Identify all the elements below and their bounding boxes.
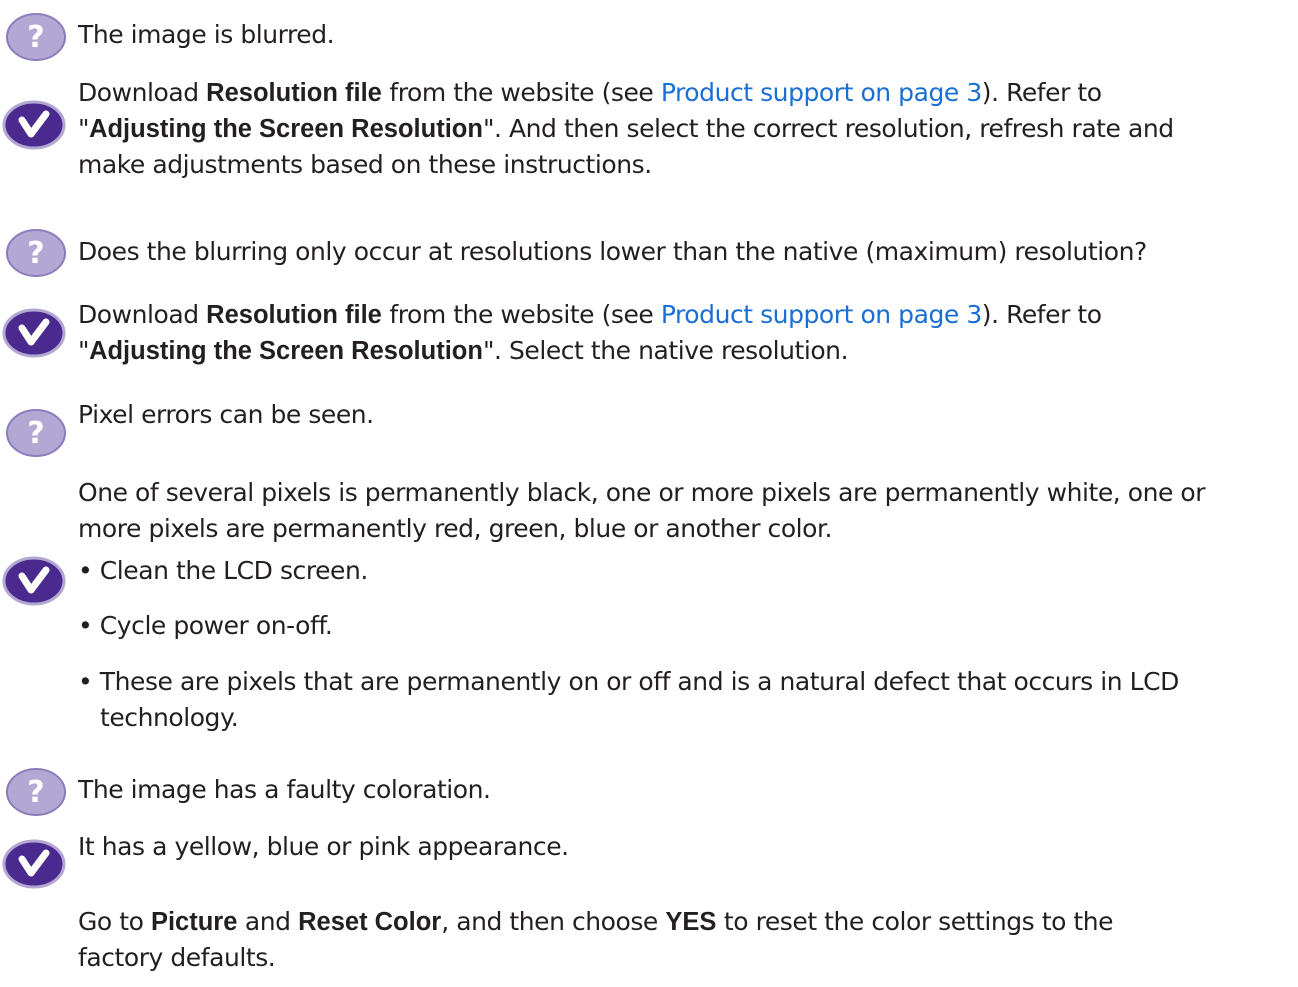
bullet-clean-screen: • Clean the LCD screen. (78, 553, 1292, 589)
question-text: Does the blurring only occur at resoluti… (78, 237, 1147, 266)
question-pixel-errors: Pixel errors can be seen. (78, 397, 1292, 433)
answer-text: " (78, 336, 90, 365)
answer-pixel-errors-intro: One of several pixels is permanently bla… (78, 475, 1292, 547)
question-mark-icon: ? (0, 408, 70, 458)
question-mark-icon: ? (0, 767, 70, 817)
svg-text:?: ? (27, 775, 44, 810)
answer-text: Go to (78, 907, 151, 936)
bullet-text: technology. (100, 703, 239, 732)
svg-text:?: ? (27, 236, 44, 271)
answer-text: ). Refer to (981, 300, 1102, 329)
answer-line: Download Resolution file from the websit… (78, 75, 1292, 111)
answer-text: and (237, 907, 299, 936)
question-mark-icon: ? (0, 12, 70, 62)
product-support-link[interactable]: Product support on page 3 (661, 300, 982, 329)
answer-line: One of several pixels is permanently bla… (78, 478, 1206, 507)
bold-term: Adjusting the Screen Resolution (89, 337, 483, 365)
answer-line: factory defaults. (78, 943, 276, 972)
answer-text: from the website (see (381, 78, 661, 107)
answer-text: to reset the color settings to the (716, 907, 1114, 936)
bold-term: Picture (150, 908, 238, 936)
bold-term: Reset Color (298, 908, 442, 936)
svg-text:?: ? (27, 20, 44, 55)
bold-term: YES (665, 908, 717, 936)
answer-line: "Adjusting the Screen Resolution". And t… (78, 111, 1292, 147)
bold-term: Resolution file (206, 301, 382, 329)
check-mark-icon (0, 100, 70, 150)
bullet-text: • Clean the LCD screen. (78, 556, 368, 585)
check-mark-icon (0, 556, 70, 606)
bullet-text: • These are pixels that are permanently … (78, 667, 1179, 696)
answer-low-resolution: Download Resolution file from the websit… (78, 297, 1292, 369)
bullet-cycle-power: • Cycle power on-off. (78, 608, 1292, 644)
answer-text: ). Refer to (981, 78, 1102, 107)
answer-reset-color: Go to Picture and Reset Color, and then … (78, 904, 1292, 976)
question-blurred: The image is blurred. (78, 17, 1292, 53)
answer-text: , and then choose (441, 907, 666, 936)
question-low-resolution: Does the blurring only occur at resoluti… (78, 234, 1292, 270)
answer-text: Download (78, 300, 207, 329)
check-mark-icon (0, 308, 70, 358)
check-mark-icon (0, 839, 70, 889)
answer-blurred: Download Resolution file from the websit… (78, 75, 1292, 183)
answer-line: make adjustments based on these instruct… (78, 147, 1292, 183)
answer-text: ". And then select the correct resolutio… (482, 114, 1174, 143)
answer-text: make adjustments based on these instruct… (78, 150, 652, 179)
bold-term: Resolution file (206, 79, 382, 107)
question-mark-icon: ? (0, 228, 70, 278)
answer-text: from the website (see (381, 300, 661, 329)
answer-faulty-coloration: It has a yellow, blue or pink appearance… (78, 829, 1292, 865)
answer-line: "Adjusting the Screen Resolution". Selec… (78, 333, 1292, 369)
answer-text: ". Select the native resolution. (482, 336, 849, 365)
answer-text: " (78, 114, 90, 143)
question-text: Pixel errors can be seen. (78, 400, 374, 429)
question-faulty-coloration: The image has a faulty coloration. (78, 772, 1292, 808)
answer-line: Go to Picture and Reset Color, and then … (78, 904, 1292, 940)
bold-term: Adjusting the Screen Resolution (89, 115, 483, 143)
answer-line: more pixels are permanently red, green, … (78, 514, 833, 543)
answer-line: Download Resolution file from the websit… (78, 297, 1292, 333)
answer-text: Download (78, 78, 207, 107)
answer-text: It has a yellow, blue or pink appearance… (78, 832, 569, 861)
bullet-text: • Cycle power on-off. (78, 611, 333, 640)
question-text: The image has a faulty coloration. (78, 775, 491, 804)
bullet-natural-defect: • These are pixels that are permanently … (78, 664, 1292, 736)
product-support-link[interactable]: Product support on page 3 (661, 78, 982, 107)
svg-text:?: ? (27, 416, 44, 451)
question-text: The image is blurred. (78, 20, 335, 49)
